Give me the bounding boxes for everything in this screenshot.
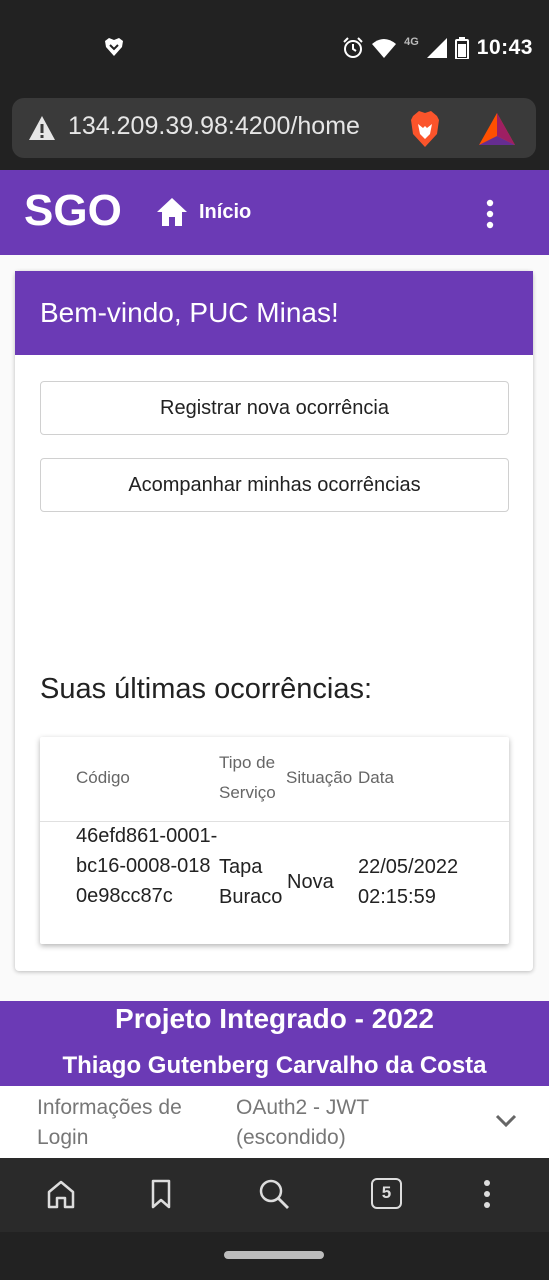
footer-title: Projeto Integrado - 2022 bbox=[115, 1003, 434, 1034]
register-occurrence-button[interactable]: Registrar nova ocorrência bbox=[40, 381, 509, 435]
column-header-date[interactable]: Data bbox=[358, 763, 394, 793]
clock: 10:43 bbox=[476, 36, 533, 59]
cell-type: Tapa Buraco bbox=[219, 856, 283, 908]
footer-author: Thiago Gutenberg Carvalho da Costa bbox=[62, 1052, 487, 1079]
app-header: SGO Início bbox=[0, 170, 549, 255]
more-vert-icon[interactable] bbox=[476, 198, 504, 230]
browser-toolbar: 134.209.39.98:4200/home bbox=[0, 96, 549, 170]
status-icons: 4G 10:43 bbox=[342, 34, 533, 62]
track-occurrences-button[interactable]: Acompanhar minhas ocorrências bbox=[40, 458, 509, 512]
recent-occurrences-title: Suas últimas ocorrências: bbox=[40, 673, 373, 705]
network-type: 4G bbox=[404, 36, 419, 48]
brand-logo[interactable]: SGO bbox=[24, 186, 122, 236]
brave-notification-icon bbox=[105, 38, 123, 56]
bat-rewards-icon[interactable] bbox=[478, 112, 516, 146]
column-header-code[interactable]: Código bbox=[76, 763, 130, 793]
battery-icon bbox=[454, 37, 469, 59]
chevron-down-icon[interactable] bbox=[494, 1113, 518, 1129]
login-info-value: OAuth2 - JWT (escondido) bbox=[236, 1096, 369, 1149]
cell-code: 46efd861-0001-bc16-0008-0180e98cc87c bbox=[76, 825, 218, 907]
nav-home-link[interactable]: Início bbox=[155, 196, 251, 228]
warning-icon[interactable] bbox=[28, 115, 56, 141]
bookmark-icon[interactable] bbox=[145, 1178, 177, 1210]
welcome-title: Bem-vindo, PUC Minas! bbox=[40, 297, 339, 328]
tabs-button[interactable]: 5 bbox=[371, 1178, 402, 1209]
occurrences-table: Código Tipo de Serviço Situação Data 46e… bbox=[40, 737, 509, 944]
welcome-header: Bem-vindo, PUC Minas! bbox=[15, 271, 533, 355]
gesture-nav-bar bbox=[0, 1232, 549, 1280]
login-info-label: Informações de Login bbox=[37, 1096, 182, 1149]
address-bar[interactable]: 134.209.39.98:4200/home bbox=[12, 98, 536, 158]
login-info-panel[interactable]: Informações de Login OAuth2 - JWT (escon… bbox=[0, 1086, 549, 1158]
url-text[interactable]: 134.209.39.98:4200/home bbox=[68, 112, 360, 141]
footer: Projeto Integrado - 2022 Thiago Gutenber… bbox=[0, 1001, 549, 1086]
home-icon[interactable] bbox=[45, 1178, 77, 1210]
signal-icon bbox=[426, 38, 447, 58]
wifi-icon bbox=[372, 39, 397, 58]
search-icon[interactable] bbox=[258, 1178, 290, 1210]
page-content: Bem-vindo, PUC Minas! Registrar nova oco… bbox=[0, 255, 549, 1086]
column-header-status[interactable]: Situação bbox=[286, 763, 352, 793]
home-icon bbox=[157, 198, 187, 226]
brave-shield-icon[interactable] bbox=[408, 110, 442, 148]
gesture-handle[interactable] bbox=[224, 1251, 324, 1259]
column-header-type[interactable]: Tipo de Serviço bbox=[219, 748, 285, 808]
cell-date: 22/05/2022 02:15:59 bbox=[358, 856, 459, 908]
alarm-icon bbox=[343, 37, 363, 58]
browser-bottom-bar: 5 bbox=[0, 1158, 549, 1232]
nav-home-label: Início bbox=[199, 200, 252, 223]
status-bar: 4G 10:43 bbox=[0, 0, 549, 96]
more-icon[interactable] bbox=[471, 1178, 503, 1210]
home-card: Bem-vindo, PUC Minas! Registrar nova oco… bbox=[15, 271, 533, 971]
cell-status: Nova bbox=[287, 871, 334, 893]
